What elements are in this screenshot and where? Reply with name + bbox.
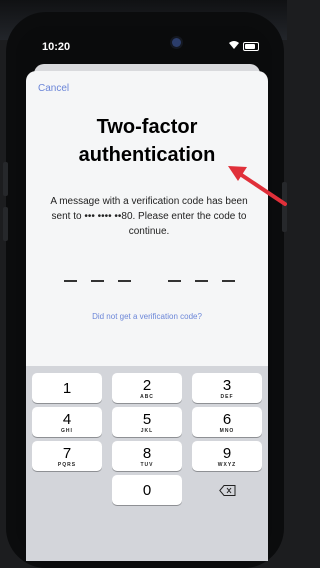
cancel-button[interactable]: Cancel <box>38 83 69 94</box>
key-digit: 9 <box>222 445 232 462</box>
battery-icon <box>243 42 259 51</box>
key-0[interactable]: 0 <box>112 475 182 505</box>
backspace-icon <box>219 485 236 496</box>
key-1[interactable]: 1 <box>32 373 102 403</box>
key-letters: GHI <box>61 428 73 434</box>
key-2[interactable]: 2 ABC <box>112 373 182 403</box>
key-letters: MNO <box>219 428 235 434</box>
key-digit: 8 <box>142 445 152 462</box>
page-title: Two-factor <box>96 116 198 138</box>
code-slot <box>168 280 181 282</box>
key-digit: 1 <box>62 380 72 397</box>
status-time: 10:20 <box>42 41 71 53</box>
key-3[interactable]: 3 DEF <box>192 373 262 403</box>
key-7[interactable]: 7 PQRS <box>32 441 102 471</box>
key-letters: DEF <box>220 394 234 400</box>
code-slot <box>222 280 235 282</box>
key-digit: 6 <box>222 411 232 428</box>
key-8[interactable]: 8 TUV <box>112 441 182 471</box>
key-letters: PQRS <box>57 462 77 468</box>
key-letters: ABC <box>140 394 154 400</box>
verification-message: A message with a verification code has b… <box>50 196 248 237</box>
key-letters: JKL <box>140 428 154 434</box>
volume-button <box>3 207 8 241</box>
annotation-arrow-icon <box>228 166 287 206</box>
key-9[interactable]: 9 WXYZ <box>192 441 262 471</box>
key-5[interactable]: 5 JKL <box>112 407 182 437</box>
two-factor-sheet: Cancel Two-factor authentication A messa… <box>26 71 268 561</box>
key-digit: 4 <box>62 411 72 428</box>
status-bar: 10:20 <box>16 26 272 66</box>
code-slot <box>118 280 131 282</box>
key-digit: 3 <box>222 377 232 394</box>
delete-key[interactable] <box>192 475 262 505</box>
key-letters: WXYZ <box>217 462 237 468</box>
key-6[interactable]: 6 MNO <box>192 407 262 437</box>
wifi-icon <box>228 40 240 53</box>
key-4[interactable]: 4 GHI <box>32 407 102 437</box>
front-camera <box>172 38 181 47</box>
numeric-keypad: 1 2 ABC 3 DEF 4 GHI 5 JKL 6 MNO 7 PQRS 8… <box>26 366 268 561</box>
code-slot <box>64 280 77 282</box>
key-digit: 5 <box>142 411 152 428</box>
key-digit: 2 <box>142 377 152 394</box>
key-digit: 7 <box>62 445 72 462</box>
volume-button <box>3 162 8 196</box>
key-letters: TUV <box>140 462 154 468</box>
resend-code-link[interactable]: Did not get a verification code? <box>26 312 268 321</box>
key-digit: 0 <box>142 482 152 499</box>
code-slot <box>91 280 104 282</box>
code-input[interactable] <box>64 280 244 284</box>
code-slot <box>195 280 208 282</box>
